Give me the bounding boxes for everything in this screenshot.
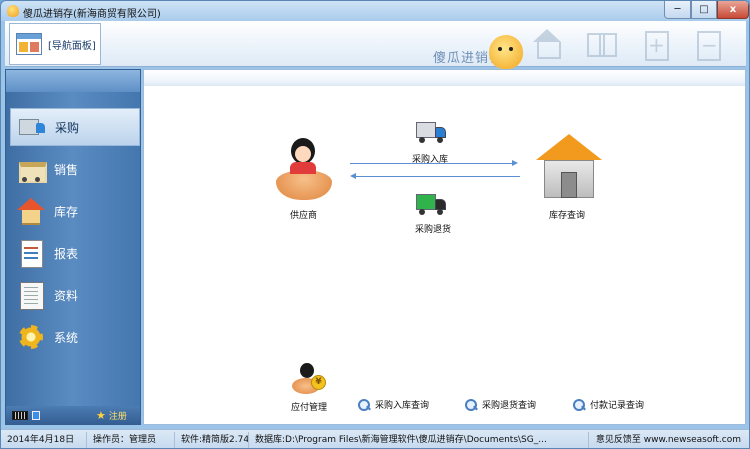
- query-link-label: 付款记录查询: [590, 401, 645, 411]
- status-date: 2014年4月18日: [1, 431, 87, 448]
- remove-icon[interactable]: [691, 29, 723, 61]
- status-database: 数据库:D:\Program Files\新海管理软件\傻瓜进销存\Docume…: [249, 431, 589, 448]
- sidebar-item-reports[interactable]: 报表: [10, 234, 140, 272]
- purchase-in-query-link[interactable]: 采购入库查询: [358, 398, 429, 411]
- arrow-left-head: [350, 173, 356, 179]
- warehouse-icon[interactable]: [534, 132, 604, 202]
- query-link-label: 采购退货查询: [482, 401, 537, 411]
- inventory-query-label[interactable]: 库存查询: [549, 208, 585, 221]
- magnifier-icon: [573, 398, 585, 411]
- sidebar-item-label: 系统: [54, 330, 79, 345]
- sidebar-item-sales[interactable]: 销售: [10, 150, 140, 188]
- sidebar-item-label: 资料: [54, 288, 79, 303]
- minimize-button[interactable]: ─: [664, 1, 691, 19]
- truck-icon: [17, 113, 47, 141]
- calendar-icon: [16, 33, 42, 55]
- purchase-return-query-link[interactable]: 采购退货查询: [465, 398, 536, 411]
- register-link[interactable]: 注册: [109, 409, 127, 422]
- payable-label[interactable]: 应付管理: [291, 400, 327, 413]
- sidebar-item-label: 采购: [55, 120, 80, 135]
- mascot-logo-icon: [489, 35, 523, 69]
- sidebar: 采购 销售 库存 报表 资料 系统 ★ 注册: [5, 69, 141, 425]
- app-icon: [7, 5, 19, 17]
- sidebar-item-label: 库存: [54, 204, 79, 219]
- supplier-icon[interactable]: [274, 136, 334, 204]
- maximize-button[interactable]: □: [691, 1, 717, 19]
- gear-icon: [16, 323, 46, 351]
- books-icon[interactable]: [585, 29, 617, 59]
- main-panel: 供应商 库存查询 采购入库 采购退货 ¥ 应付管理 采购入库查询 采购退货查询 …: [143, 69, 746, 425]
- sidebar-item-system[interactable]: 系统: [10, 318, 140, 356]
- sidebar-footer: ★ 注册: [6, 406, 140, 424]
- purchase-in-truck-icon[interactable]: [416, 120, 446, 144]
- sidebar-header: [6, 70, 140, 92]
- keyboard-icon[interactable]: [12, 410, 28, 420]
- house-icon: [16, 197, 46, 225]
- nav-panel-button[interactable]: [导航面板]: [9, 23, 101, 65]
- query-link-label: 采购入库查询: [375, 401, 430, 411]
- status-feedback[interactable]: 意见反馈至 www.newseasoft.com: [589, 432, 747, 448]
- app-window: 傻瓜进销存(新海商贸有限公司) ─ □ x [导航面板] 傻瓜进销存 采购 销售…: [0, 0, 750, 449]
- status-version: 软件:精简版2.74,: [175, 431, 249, 448]
- info-icon[interactable]: [32, 410, 40, 420]
- status-operator: 操作员：管理员: [87, 431, 175, 448]
- arrow-to-warehouse: [350, 163, 514, 164]
- purchase-return-truck-icon[interactable]: [416, 192, 446, 216]
- sidebar-item-label: 销售: [54, 162, 79, 177]
- supplier-label[interactable]: 供应商: [290, 208, 317, 221]
- status-bar: 2014年4月18日 操作员：管理员 软件:精简版2.74, 数据库:D:\Pr…: [1, 429, 749, 448]
- arrow-right-head: [512, 160, 518, 166]
- coin-icon: ¥: [311, 375, 326, 390]
- magnifier-icon: [358, 398, 370, 411]
- title-bar[interactable]: 傻瓜进销存(新海商贸有限公司): [1, 1, 749, 21]
- star-icon: ★: [96, 408, 106, 422]
- report-icon: [16, 239, 46, 268]
- payable-icon[interactable]: ¥: [292, 362, 328, 396]
- cart-icon: [16, 155, 47, 183]
- sidebar-item-purchase[interactable]: 采购: [10, 108, 140, 146]
- window-title: 傻瓜进销存(新海商贸有限公司): [23, 9, 161, 20]
- add-icon[interactable]: [639, 29, 671, 61]
- arrow-to-supplier: [356, 176, 520, 177]
- sidebar-item-inventory[interactable]: 库存: [10, 192, 140, 230]
- purchase-return-label[interactable]: 采购退货: [415, 222, 451, 235]
- document-icon: [16, 281, 46, 310]
- close-button[interactable]: x: [717, 1, 749, 19]
- payment-record-query-link[interactable]: 付款记录查询: [573, 398, 644, 411]
- main-header-band: [144, 70, 745, 86]
- sidebar-item-data[interactable]: 资料: [10, 276, 140, 314]
- toolbar: [导航面板] 傻瓜进销存: [5, 21, 746, 69]
- home-icon[interactable]: [531, 29, 563, 59]
- nav-panel-label: [导航面板]: [48, 40, 96, 52]
- magnifier-icon: [465, 398, 477, 411]
- sidebar-item-label: 报表: [54, 246, 79, 261]
